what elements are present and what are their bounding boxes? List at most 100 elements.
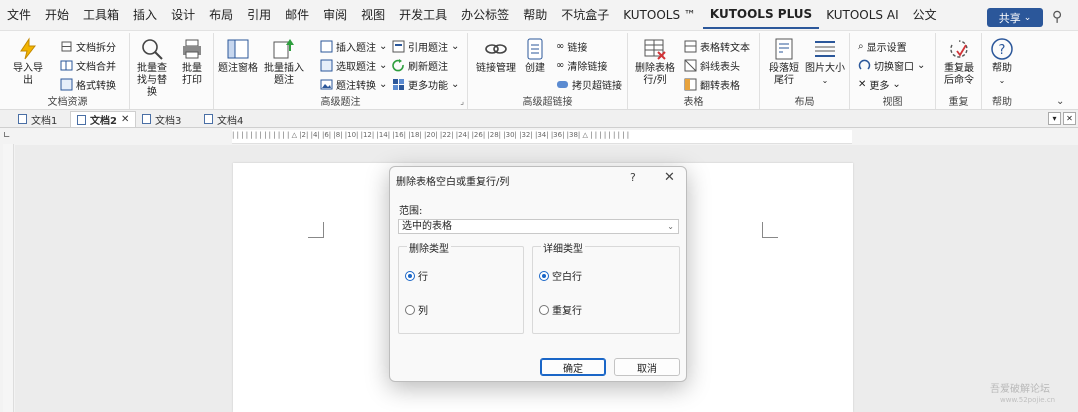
help-icon[interactable]: ? bbox=[630, 171, 636, 184]
question-icon: ? bbox=[991, 38, 1013, 60]
chevron-down-icon: ⌄ bbox=[379, 59, 388, 71]
tab-close-all[interactable]: ✕ bbox=[1063, 112, 1076, 125]
menu-item[interactable]: 审阅 bbox=[316, 0, 354, 30]
chevron-down-icon: ⌄ bbox=[1023, 12, 1032, 23]
caption-icon bbox=[320, 40, 333, 52]
link-manage-button[interactable]: 链接管理 bbox=[474, 37, 518, 75]
create-link-icon bbox=[527, 38, 543, 60]
diagonal-header-button[interactable]: 斜线表头 bbox=[684, 57, 740, 73]
format-convert-button[interactable]: 格式转换 bbox=[60, 76, 116, 92]
menu-item[interactable]: 引用 bbox=[240, 0, 278, 30]
create-link-button[interactable]: 创建 bbox=[520, 37, 550, 75]
menu-item[interactable]: 布局 bbox=[202, 0, 240, 30]
menu-item[interactable]: 办公标签 bbox=[454, 0, 516, 30]
chevron-down-icon: ⌄ bbox=[667, 222, 674, 231]
radio-duplicate-row[interactable]: 重复行 bbox=[539, 302, 582, 317]
menu-item[interactable]: 帮助 bbox=[516, 0, 554, 30]
range-select[interactable]: 选中的表格 ⌄ bbox=[398, 219, 679, 234]
chevron-down-icon: ⌄ bbox=[821, 76, 829, 85]
menu-item[interactable]: KUTOOLS AI bbox=[819, 0, 905, 30]
document-tabs: 文档1 文档2 ✕ 文档3 文档4 bbox=[0, 110, 1078, 128]
menu-item[interactable]: KUTOOLS ™ bbox=[616, 0, 703, 30]
ribbon-collapse-icon[interactable]: ⌄ bbox=[1056, 96, 1064, 107]
batch-print-button[interactable]: 批量打印 bbox=[174, 37, 210, 87]
tab-list-dropdown[interactable]: ▾ bbox=[1048, 112, 1061, 125]
menu-item[interactable]: 公文 bbox=[906, 0, 944, 30]
menu-item[interactable]: KUTOOLS PLUS bbox=[702, 1, 820, 29]
tab-doc4[interactable]: 文档4 bbox=[198, 111, 249, 127]
margin-marker bbox=[762, 222, 778, 238]
doc-split-button[interactable]: 文档拆分 bbox=[60, 38, 116, 54]
caption-window-button[interactable]: 题注窗格 bbox=[218, 37, 258, 75]
help-button[interactable]: ? 帮助 ⌄ bbox=[986, 37, 1018, 87]
dialog-launcher-icon[interactable]: ⌟ bbox=[460, 97, 464, 106]
copy-hyperlink-button[interactable]: 拷贝超链接 bbox=[556, 76, 622, 92]
flip-table-button[interactable]: 翻转表格 bbox=[684, 76, 740, 92]
table-to-text-button[interactable]: 表格转文本 bbox=[684, 38, 750, 54]
clear-link-button[interactable]: ∞ 清除链接 bbox=[556, 57, 607, 73]
unlink-icon: ∞ bbox=[556, 59, 565, 71]
cancel-button[interactable]: 取消 bbox=[614, 358, 680, 376]
close-icon[interactable]: ✕ bbox=[121, 114, 129, 125]
batch-find-replace-button[interactable]: 批量查找与替换 bbox=[132, 37, 172, 99]
convert-icon bbox=[60, 78, 73, 90]
split-icon bbox=[61, 41, 72, 51]
flip-icon bbox=[684, 78, 697, 90]
cite-caption-button[interactable]: 引用题注 ⌄ bbox=[392, 38, 459, 54]
tab-doc2[interactable]: 文档2 ✕ bbox=[70, 111, 137, 127]
tab-doc3[interactable]: 文档3 bbox=[136, 111, 187, 127]
share-button[interactable]: 共享 ⌄ bbox=[987, 8, 1043, 27]
close-icon[interactable]: ✕ bbox=[664, 170, 675, 185]
magnifier-icon bbox=[142, 39, 163, 60]
menu-item[interactable]: 不坑盒子 bbox=[554, 0, 616, 30]
insert-caption-button[interactable]: 插入题注 ⌄ bbox=[320, 38, 387, 54]
radio-column[interactable]: 列 bbox=[405, 302, 428, 317]
menu-item[interactable]: 文件 bbox=[0, 0, 38, 30]
table-text-icon bbox=[684, 40, 697, 52]
tab-doc1[interactable]: 文档1 bbox=[12, 111, 63, 127]
paragraph-tail-button[interactable]: 段落短尾行 bbox=[766, 37, 802, 87]
detail-type-legend: 详细类型 bbox=[541, 240, 585, 255]
horizontal-ruler[interactable]: | | | | | | | | | | | | | △ |2| |4| |6| … bbox=[232, 130, 852, 144]
vertical-ruler[interactable] bbox=[3, 144, 14, 412]
menu-item[interactable]: 开发工具 bbox=[392, 0, 454, 30]
merge-icon bbox=[60, 60, 73, 70]
select-caption-button[interactable]: 选取题注 ⌄ bbox=[320, 57, 387, 73]
tab-stop-selector[interactable]: ∟ bbox=[3, 131, 11, 141]
group-repeat: 重复最后命令 重复 bbox=[936, 33, 982, 109]
show-settings-button[interactable]: ⌕ 显示设置 bbox=[858, 38, 907, 54]
person-icon[interactable]: ⚲ bbox=[1052, 9, 1062, 25]
radio-row[interactable]: 行 bbox=[405, 268, 428, 283]
link-icon: ∞ bbox=[556, 40, 565, 52]
radio-dot bbox=[539, 304, 549, 315]
more-functions-button[interactable]: 更多功能 ⌄ bbox=[392, 76, 459, 92]
link-button[interactable]: ∞ 链接 bbox=[556, 38, 587, 54]
doc-merge-button[interactable]: 文档合并 bbox=[60, 57, 116, 73]
caption-convert-button[interactable]: 题注转换 ⌄ bbox=[320, 76, 387, 92]
repeat-last-button[interactable]: 重复最后命令 bbox=[938, 37, 980, 87]
group-label: 高级题注 bbox=[320, 97, 361, 108]
select-icon bbox=[320, 59, 333, 71]
menu-item[interactable]: 工具箱 bbox=[76, 0, 126, 30]
switch-window-button[interactable]: 切换窗口 ⌄ bbox=[858, 57, 925, 73]
range-label: 范围: bbox=[399, 206, 423, 217]
radio-blank-row[interactable]: 空白行 bbox=[539, 268, 582, 283]
ok-button[interactable]: 确定 bbox=[540, 358, 606, 376]
image-size-button[interactable]: 图片大小 ⌄ bbox=[804, 37, 846, 87]
batch-insert-caption-button[interactable]: 批量插入题注 bbox=[262, 37, 306, 87]
delete-type-legend: 删除类型 bbox=[407, 240, 451, 255]
copy-link-icon bbox=[557, 80, 568, 88]
refresh-caption-button[interactable]: 刷新题注 bbox=[392, 57, 448, 73]
chevron-down-icon: ⌄ bbox=[917, 59, 926, 71]
menu-item[interactable]: 开始 bbox=[38, 0, 76, 30]
view-more-button[interactable]: ✕ 更多 ⌄ bbox=[858, 76, 901, 92]
delete-type-group: 删除类型 行 列 bbox=[398, 240, 524, 334]
chain-icon bbox=[485, 44, 507, 54]
menu-item[interactable]: 邮件 bbox=[278, 0, 316, 30]
import-export-button[interactable]: 导入导出 bbox=[10, 37, 46, 87]
menu-item[interactable]: 设计 bbox=[164, 0, 202, 30]
menu-item[interactable]: 视图 bbox=[354, 0, 392, 30]
menu-item[interactable]: 插入 bbox=[126, 0, 164, 30]
chevron-down-icon: ⌄ bbox=[451, 78, 460, 90]
delete-table-rows-button[interactable]: 删除表格行/列 bbox=[632, 37, 678, 87]
